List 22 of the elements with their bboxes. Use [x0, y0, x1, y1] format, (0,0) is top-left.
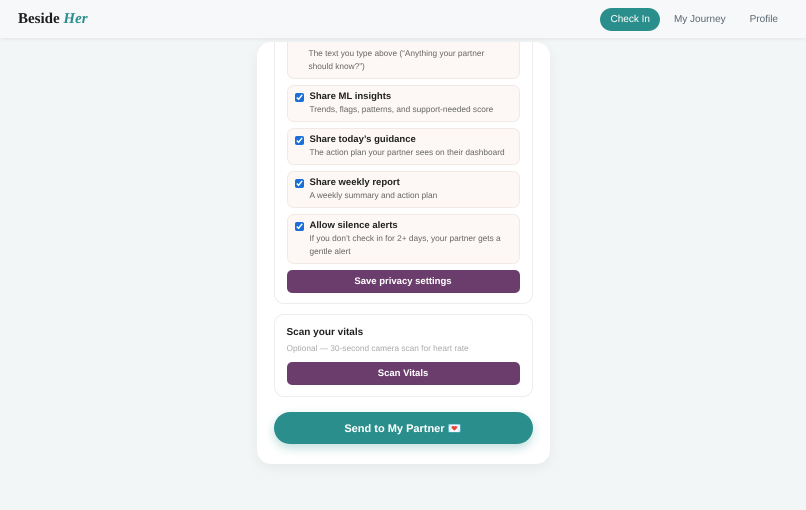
- nav-tab[interactable]: My Journey: [664, 8, 736, 30]
- option-description: The action plan your partner sees on their dashboard: [310, 146, 505, 159]
- checkbox[interactable]: [294, 93, 304, 102]
- save-button[interactable]: Save privacy settings: [286, 270, 520, 293]
- checkbox[interactable]: [294, 136, 304, 145]
- option-description: The text you type above (“Anything your partner should know?”): [308, 47, 486, 73]
- checkbox[interactable]: [294, 179, 304, 188]
- section-subtitle: Optional — 30-second camera scan for heart rate: [286, 343, 470, 353]
- option-title: Allow silence alerts: [310, 220, 399, 231]
- send-button[interactable]: Send to My Partner 💌: [274, 412, 532, 444]
- nav-tab[interactable]: Profile: [740, 8, 788, 30]
- option-title: Share ML insights: [310, 91, 392, 102]
- option-description: If you don’t check in for 2+ days, your partner gets a gentle alert: [310, 232, 502, 258]
- option-title: Share today’s guidance: [310, 134, 417, 145]
- checkbox[interactable]: [294, 222, 304, 231]
- logo[interactable]: Beside Her: [18, 10, 88, 28]
- option-title: Share weekly report: [310, 177, 401, 188]
- option-description: Trends, flags, patterns, and support-needed score: [310, 103, 494, 116]
- nav-tab[interactable]: Check In: [600, 8, 660, 30]
- option-description: A weekly summary and action plan: [310, 189, 438, 202]
- scan-button[interactable]: Scan Vitals: [286, 362, 520, 385]
- section-title: Scan your vitals: [286, 327, 364, 338]
